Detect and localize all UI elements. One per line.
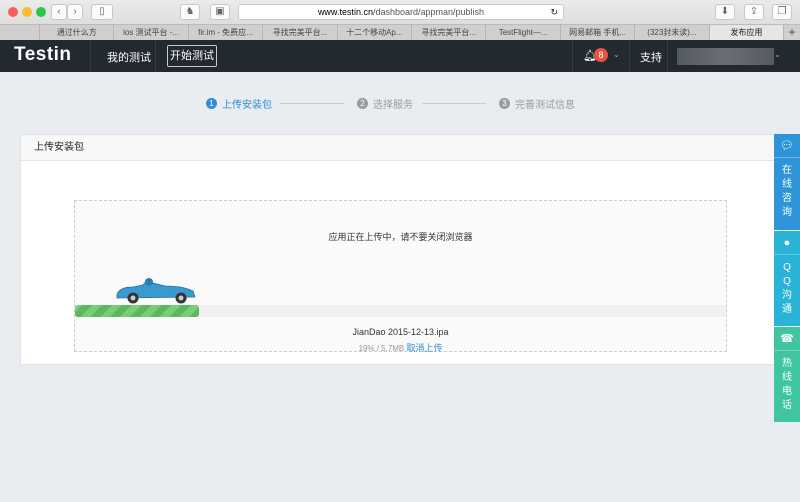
browser-tab[interactable]: fir.im - 免费应... <box>189 25 264 40</box>
testin-logo[interactable]: Testin <box>14 44 72 66</box>
qq-button[interactable]: ● QQ沟通 <box>774 231 800 326</box>
reader-icon[interactable]: ▣ <box>210 4 230 20</box>
divider <box>667 40 668 72</box>
close-window-button[interactable] <box>8 7 18 17</box>
race-car-icon <box>116 278 196 304</box>
step-select-service: 2 选择服务 <box>357 96 413 111</box>
browser-tab[interactable]: 十二个移动Ap... <box>338 25 413 40</box>
hotline-label: 热线电话 <box>782 358 792 411</box>
online-consult-button[interactable]: 💬︎ 在线咨询 <box>774 134 800 230</box>
browser-tab[interactable]: 寻找完美平台... <box>263 25 338 40</box>
upload-progress-bar <box>75 305 726 317</box>
qq-label: QQ沟通 <box>782 262 792 315</box>
phone-24h-icon: ☎ <box>774 327 800 351</box>
step-label: 选择服务 <box>373 100 413 111</box>
upload-panel: 上传安装包 应用正在上传中，请不要关闭浏览器 JianDao 2015-12-1… <box>20 134 780 365</box>
pinned-tab[interactable] <box>0 25 40 40</box>
maximize-window-button[interactable] <box>36 7 46 17</box>
file-name: JianDao 2015-12-13.ipa <box>352 327 449 337</box>
nav-my-tests[interactable]: 我的测试 <box>107 49 151 65</box>
browser-tab[interactable]: 发布应用 <box>709 25 785 40</box>
top-nav: Testin 我的测试 开始测试 🔔︎ 8 ⌄ 支持 ⌄ <box>0 40 800 72</box>
user-menu[interactable] <box>677 48 774 65</box>
forward-icon[interactable]: › <box>67 4 83 20</box>
panel-title: 上传安装包 <box>21 135 779 161</box>
upload-area: 应用正在上传中，请不要关闭浏览器 JianDao 2015-12-13.ipa … <box>74 200 727 354</box>
notification-badge: 8 <box>594 48 608 62</box>
browser-tab[interactable]: ios 测试平台 -... <box>114 25 189 40</box>
tabs-overview-icon[interactable]: ❐ <box>772 4 792 20</box>
step-label: 上传安装包 <box>222 100 272 111</box>
url-path: /dashboard/appman/publish <box>372 7 485 17</box>
qq-penguin-icon: ● <box>774 231 800 255</box>
cancel-upload-link[interactable]: 取消上传 <box>407 343 443 353</box>
browser-tabs: 通过什么方 ios 测试平台 -... fir.im - 免费应... 寻找完美平台.… <box>0 24 800 40</box>
start-test-button[interactable]: 开始测试 <box>167 45 217 67</box>
share-icon[interactable]: ⇪ <box>744 4 764 20</box>
progress-text: 19% / 5.7MB <box>358 344 405 353</box>
browser-tab[interactable]: 通过什么方 <box>40 25 115 40</box>
online-consult-label: 在线咨询 <box>782 165 792 218</box>
step-number: 3 <box>499 98 510 109</box>
browser-tab[interactable]: TestFlight—... <box>486 25 561 40</box>
browser-tab[interactable]: 网易邮箱 手机... <box>561 25 636 40</box>
step-connector <box>280 103 344 104</box>
progress-info: 19% / 5.7MB 取消上传 <box>75 341 726 354</box>
browser-tab[interactable]: (323封未读)... <box>635 25 710 40</box>
step-label: 完善测试信息 <box>515 100 575 111</box>
reload-icon[interactable]: ↻ <box>550 5 558 19</box>
progress-fill <box>75 305 199 317</box>
step-test-info: 3 完善测试信息 <box>499 96 575 111</box>
sidebar-icon[interactable]: ▯ <box>91 4 113 20</box>
browser-chrome: ‹ › ▯ ♞ ▣ www.testin.cn/dashboard/appman… <box>0 0 800 40</box>
divider <box>155 40 156 72</box>
back-icon[interactable]: ‹ <box>51 4 67 20</box>
step-number: 1 <box>206 98 217 109</box>
chevron-down-icon[interactable]: ⌄ <box>774 50 781 59</box>
divider <box>90 40 91 72</box>
divider <box>629 40 630 72</box>
step-connector <box>422 103 486 104</box>
chevron-down-icon[interactable]: ⌄ <box>613 50 620 59</box>
step-number: 2 <box>357 98 368 109</box>
nav-support[interactable]: 支持 <box>640 49 662 65</box>
new-tab-button[interactable]: + <box>784 25 800 40</box>
progress-steps: 1 上传安装包 2 选择服务 3 完善测试信息 <box>0 96 800 111</box>
address-bar[interactable]: www.testin.cn/dashboard/appman/publish ↻ <box>238 4 564 20</box>
upload-message: 应用正在上传中，请不要关闭浏览器 <box>328 232 473 242</box>
url-host: www.testin.cn <box>317 7 373 17</box>
minimize-window-button[interactable] <box>22 7 32 17</box>
step-upload: 1 上传安装包 <box>206 96 272 111</box>
download-icon[interactable]: ⬇ <box>715 4 735 20</box>
browser-toolbar: ‹ › ▯ ♞ ▣ www.testin.cn/dashboard/appman… <box>0 0 800 24</box>
browser-tab[interactable]: 寻找完美平台... <box>412 25 487 40</box>
divider <box>572 40 573 72</box>
hotline-button[interactable]: ☎ 热线电话 <box>774 327 800 422</box>
chat-icon: 💬︎ <box>774 134 800 158</box>
extension-icon[interactable]: ♞ <box>180 4 200 20</box>
